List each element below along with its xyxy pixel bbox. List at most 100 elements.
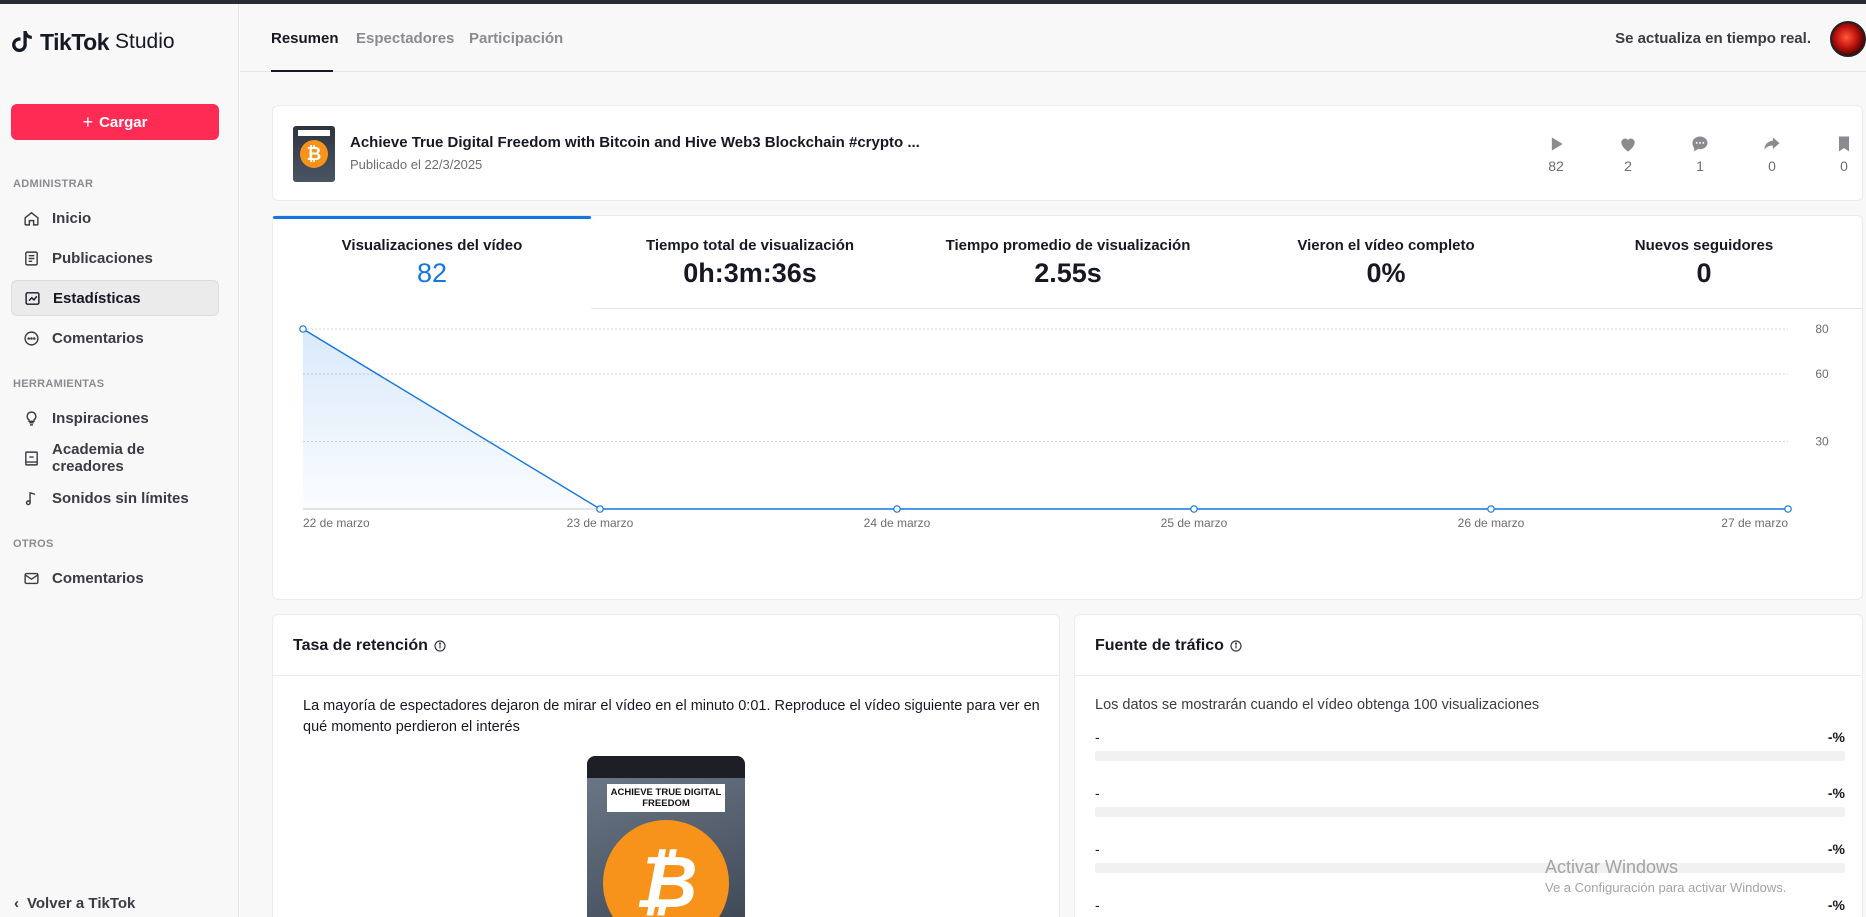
sidebar-item-feedback[interactable]: Comentarios: [11, 560, 219, 596]
sidebar-item-posts[interactable]: Publicaciones: [11, 240, 219, 276]
thumbnail-banner-text: ACHIEVE TRUE DIGITAL FREEDOM: [607, 784, 725, 812]
likes-stat: 2: [1603, 134, 1653, 174]
card-divider: [273, 675, 1059, 676]
play-icon: [1551, 137, 1563, 151]
retention-card: Tasa de retención La mayoría de espectad…: [272, 614, 1060, 917]
sidebar-item-label: Comentarios: [52, 569, 144, 587]
back-label: Volver a TikTok: [27, 895, 136, 912]
section-label-manage: ADMINISTRAR: [13, 178, 94, 190]
active-metric-indicator: [273, 216, 591, 219]
active-tab-indicator: [271, 70, 333, 72]
traffic-bar: [1095, 751, 1845, 761]
sidebar-item-home[interactable]: Inicio: [11, 200, 219, 236]
retention-video-player[interactable]: ACHIEVE TRUE DIGITAL FREEDOM ₿: [587, 756, 745, 917]
video-thumbnail[interactable]: ₿: [293, 126, 335, 182]
tiktok-studio-logo[interactable]: TikTok Studio: [12, 26, 175, 58]
x-tick-label: 26 de marzo: [1458, 516, 1525, 530]
tiktok-note-icon: [12, 31, 32, 53]
traffic-row: - -%: [1095, 729, 1845, 775]
metric-value: 0: [1696, 258, 1712, 288]
mail-icon: [24, 572, 39, 584]
upload-button[interactable]: + Cargar: [11, 104, 219, 140]
tab-viewers[interactable]: Espectadores: [356, 30, 454, 47]
sidebar-item-label: Academia de creadores: [52, 441, 145, 475]
video-info-card: ₿ Achieve True Digital Freedom with Bitc…: [272, 105, 1863, 201]
x-tick-label: 25 de marzo: [1161, 516, 1228, 530]
avatar[interactable]: [1830, 21, 1866, 57]
metric-average-watch-time[interactable]: Tiempo promedio de visualización 2.55s: [909, 216, 1227, 309]
info-icon[interactable]: [434, 640, 446, 652]
plus-icon: +: [82, 112, 94, 132]
traffic-row: - -%: [1095, 897, 1845, 917]
metric-new-followers[interactable]: Nuevos seguidores 0: [1545, 216, 1863, 309]
sidebar-item-analytics[interactable]: Estadísticas: [11, 280, 219, 316]
share-arrow-icon: [1764, 137, 1780, 150]
sidebar-item-label: Sonidos sin límites: [52, 489, 189, 507]
section-label-others: OTROS: [13, 538, 54, 550]
lightbulb-icon: [26, 410, 37, 426]
metric-value: 0%: [1366, 258, 1406, 288]
retention-title: Tasa de retención: [293, 637, 428, 654]
views-count: 82: [1548, 158, 1564, 174]
comment-bubble-icon: [1692, 136, 1708, 152]
back-to-tiktok-link[interactable]: ‹ Volver a TikTok: [14, 895, 135, 912]
traffic-source-label: -: [1095, 785, 1100, 801]
sidebar-item-creator-academy[interactable]: Academia de creadores: [11, 440, 219, 476]
shares-count: 0: [1768, 158, 1776, 174]
metric-total-watch-time[interactable]: Tiempo total de visualización 0h:3m:36s: [591, 216, 909, 309]
traffic-note: Los datos se mostrarán cuando el vídeo o…: [1095, 697, 1540, 713]
traffic-title: Fuente de tráfico: [1095, 637, 1224, 654]
likes-count: 2: [1624, 158, 1632, 174]
metric-watched-full[interactable]: Vieron el vídeo completo 0%: [1227, 216, 1545, 309]
home-icon: [24, 211, 39, 226]
data-point: [1487, 505, 1495, 513]
traffic-bar: [1095, 807, 1845, 817]
sidebar-item-label: Comentarios: [52, 329, 144, 347]
video-title[interactable]: Achieve True Digital Freedom with Bitcoi…: [350, 134, 920, 151]
shares-stat: 0: [1747, 134, 1797, 174]
traffic-header: Fuente de tráfico: [1095, 637, 1242, 655]
x-tick-label: 27 de marzo: [1721, 516, 1788, 530]
thumbnail-banner: [298, 130, 330, 136]
heart-icon: [1621, 138, 1635, 152]
data-point: [893, 505, 901, 513]
sidebar-item-inspirations[interactable]: Inspiraciones: [11, 400, 219, 436]
data-point: [596, 505, 604, 513]
y-tick-label: 30: [1815, 435, 1829, 449]
comments-count: 1: [1696, 158, 1704, 174]
realtime-status: Se actualiza en tiempo real.: [1615, 30, 1811, 47]
tab-summary[interactable]: Resumen: [271, 30, 339, 47]
bitcoin-icon: ₿: [300, 140, 328, 168]
metric-label: Tiempo total de visualización: [645, 237, 855, 254]
metric-label: Vieron el vídeo completo: [1297, 237, 1475, 254]
views-stat: 82: [1531, 134, 1581, 174]
watermark-line-1: Activar Windows: [1545, 857, 1679, 877]
views-line-chart: 30 60 80 22 de marzo 23 de marzo 24 de marzo 2…: [299, 322, 1829, 530]
retention-header: Tasa de retención: [293, 637, 446, 655]
tab-engagement[interactable]: Participación: [469, 30, 563, 47]
comments-stat: 1: [1675, 134, 1725, 174]
metric-value: 82: [416, 258, 448, 288]
bitcoin-icon: ₿: [603, 820, 729, 917]
traffic-source-label: -: [1095, 729, 1100, 745]
top-header: Resumen Espectadores Participación Se ac…: [240, 4, 1866, 72]
saves-count: 0: [1840, 158, 1848, 174]
metric-value: 0h:3m:36s: [683, 258, 817, 288]
y-tick-label: 60: [1815, 367, 1829, 381]
sidebar-item-sounds[interactable]: Sonidos sin límites: [11, 480, 219, 516]
metric-video-views[interactable]: Visualizaciones del vídeo 82: [273, 216, 591, 309]
data-point: [1190, 505, 1198, 513]
chevron-left-icon: ‹: [14, 895, 19, 912]
x-tick-label: 22 de marzo: [303, 516, 370, 530]
x-tick-label: 23 de marzo: [567, 516, 634, 530]
music-note-icon: [25, 491, 36, 505]
metric-label: Tiempo promedio de visualización: [945, 237, 1191, 254]
traffic-source-label: -: [1095, 897, 1100, 913]
info-icon[interactable]: [1230, 640, 1242, 652]
windows-activation-watermark: Activar Windows Ve a Configuración para …: [1545, 857, 1786, 895]
sidebar-item-comments[interactable]: Comentarios: [11, 320, 219, 356]
traffic-source-percent: -%: [1827, 785, 1845, 801]
sidebar-item-label: Inspiraciones: [52, 409, 149, 427]
posts-icon: [25, 250, 38, 266]
card-divider: [1075, 675, 1862, 676]
